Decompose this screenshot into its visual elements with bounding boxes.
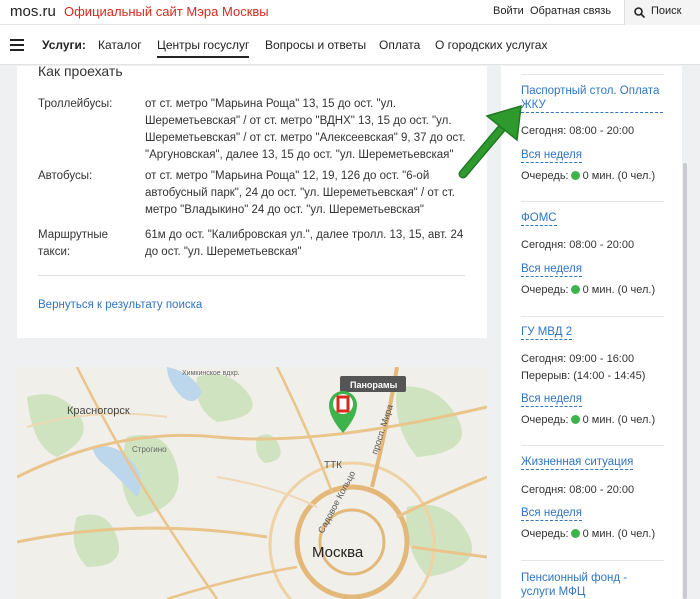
annotation-arrow-icon bbox=[458, 104, 522, 179]
queue-status: Очередь: 0 мин. (0 чел.) bbox=[521, 528, 655, 540]
today-hours: Сегодня: 08:00 - 20:00 bbox=[521, 484, 635, 496]
service-link-life-situation[interactable]: Жизненная ситуация bbox=[521, 455, 634, 470]
queue-value: 0 мин. (0 чел.) bbox=[582, 528, 656, 540]
queue-status: Очередь: 0 мин. (0 чел.) bbox=[521, 170, 655, 182]
map-canvas[interactable]: Красногорск Строгино Химкинское вдхр. ТТ… bbox=[17, 367, 487, 599]
service-link-mvd[interactable]: ГУ МВД 2 bbox=[521, 325, 573, 340]
nav-item-catalog[interactable]: Каталог bbox=[98, 38, 142, 52]
nav-item-faq[interactable]: Вопросы и ответы bbox=[265, 38, 366, 52]
search-label: Поиск bbox=[651, 5, 682, 17]
map[interactable]: Красногорск Строгино Химкинское вдхр. ТТ… bbox=[17, 367, 487, 599]
status-dot-icon bbox=[570, 415, 580, 424]
queue-value: 0 мин. (0 чел.) bbox=[582, 170, 656, 182]
route-type: Маршрутные такси: bbox=[38, 229, 109, 258]
nav-label: Услуги: bbox=[42, 38, 86, 52]
today-hours: Сегодня: 09:00 - 16:00 bbox=[521, 353, 635, 365]
route-text: от ст. метро "Марьина Роща" 12, 19, 126 … bbox=[145, 170, 455, 216]
status-dot-icon bbox=[570, 529, 580, 538]
divider bbox=[521, 560, 664, 561]
queue-status: Очередь: 0 мин. (0 чел.) bbox=[521, 284, 655, 296]
services-nav: Услуги: Каталог Центры госуслуг Вопросы … bbox=[0, 25, 700, 65]
divider bbox=[521, 316, 664, 317]
today-hours: Сегодня: 08:00 - 20:00 bbox=[521, 239, 635, 251]
queue-value: 0 мин. (0 чел.) bbox=[582, 414, 656, 426]
directions-card: Как проехать Троллейбусы: от ст. метро "… bbox=[17, 63, 487, 338]
feedback-link[interactable]: Обратная связь bbox=[530, 5, 611, 17]
service-centers-list: Паспортный стол. Оплата ЖКУ Сегодня: 08:… bbox=[501, 66, 683, 599]
nav-item-payment[interactable]: Оплата bbox=[379, 38, 420, 52]
queue-label: Очередь: bbox=[521, 284, 569, 296]
site-logo[interactable]: mos.ru bbox=[10, 3, 56, 20]
route-type: Автобусы: bbox=[38, 170, 93, 182]
divider bbox=[38, 275, 465, 276]
map-label-khimki: Химкинское вдхр. bbox=[182, 370, 240, 377]
route-text: от ст. метро "Марьина Роща" 13, 15 до ос… bbox=[145, 98, 466, 161]
status-dot-icon bbox=[570, 171, 580, 180]
nav-item-about-services[interactable]: О городских услугах bbox=[435, 38, 547, 52]
divider bbox=[521, 74, 664, 75]
queue-label: Очередь: bbox=[521, 414, 569, 426]
service-link-passport[interactable]: Паспортный стол. Оплата ЖКУ bbox=[521, 84, 663, 113]
map-label-ttk: ТТК bbox=[324, 460, 342, 471]
week-schedule-link[interactable]: Вся неделя bbox=[521, 262, 582, 277]
top-bar: mos.ru Официальный сайт Мэра Москвы Войт… bbox=[0, 0, 700, 25]
menu-icon[interactable] bbox=[10, 39, 24, 51]
location-pin-icon[interactable] bbox=[329, 391, 357, 433]
route-text: 61м до ост. "Калибровская ул.", далее тр… bbox=[145, 229, 464, 258]
map-label-krasnogorsk: Красногорск bbox=[67, 405, 130, 417]
queue-value: 0 мин. (0 чел.) bbox=[582, 284, 656, 296]
divider bbox=[521, 445, 664, 446]
map-label-strogino: Строгино bbox=[132, 445, 167, 454]
week-schedule-link[interactable]: Вся неделя bbox=[521, 148, 582, 163]
week-schedule-link[interactable]: Вся неделя bbox=[521, 506, 582, 521]
site-title[interactable]: Официальный сайт Мэра Москвы bbox=[64, 4, 269, 19]
panorama-label: Панорамы bbox=[350, 380, 398, 390]
queue-status: Очередь: 0 мин. (0 чел.) bbox=[521, 414, 655, 426]
section-title: Как проехать bbox=[38, 63, 123, 79]
map-label-sadovoe: Садовое Кольцо bbox=[316, 469, 357, 535]
route-type: Троллейбусы: bbox=[38, 98, 113, 110]
service-link-pension-fund[interactable]: Пенсионный фонд - услуги МФЦ bbox=[521, 571, 663, 599]
scrollbar-thumb[interactable] bbox=[683, 163, 687, 599]
search-icon bbox=[634, 7, 645, 18]
login-link[interactable]: Войти bbox=[493, 5, 524, 17]
queue-label: Очередь: bbox=[521, 170, 569, 182]
today-hours: Сегодня: 08:00 - 20:00 bbox=[521, 125, 635, 137]
service-link-foms[interactable]: ФОМС bbox=[521, 211, 557, 226]
map-label-city: Москва bbox=[312, 544, 364, 561]
nav-item-service-centers[interactable]: Центры госуслуг bbox=[157, 38, 250, 58]
queue-label: Очередь: bbox=[521, 528, 569, 540]
divider bbox=[521, 201, 664, 202]
status-dot-icon bbox=[570, 285, 580, 294]
back-to-results-link[interactable]: Вернуться к результату поиска bbox=[38, 299, 202, 311]
break-hours: Перерыв: (14:00 - 14:45) bbox=[521, 370, 646, 382]
week-schedule-link[interactable]: Вся неделя bbox=[521, 392, 582, 407]
search-button[interactable]: Поиск bbox=[624, 0, 700, 25]
